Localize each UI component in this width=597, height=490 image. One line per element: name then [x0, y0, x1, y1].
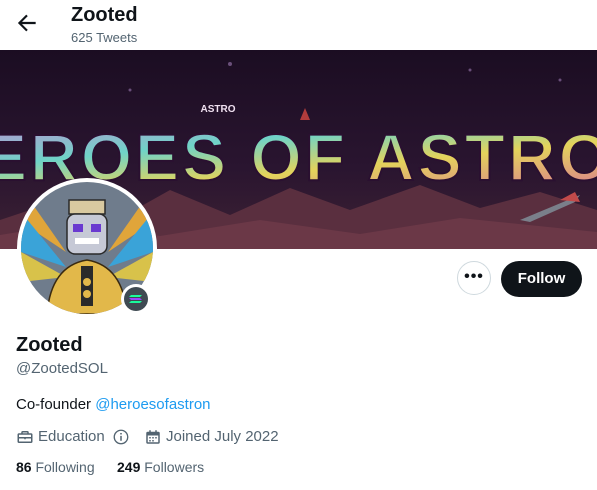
- page-title: Zooted: [71, 4, 138, 26]
- profile-handle: @ZootedSOL: [16, 360, 108, 377]
- tweet-count: 625 Tweets: [71, 30, 138, 45]
- category-label: Education: [38, 428, 105, 445]
- followers-link[interactable]: 249 Followers: [117, 459, 204, 475]
- followers-label: Followers: [144, 459, 205, 475]
- more-options-button[interactable]: •••: [457, 261, 491, 295]
- calendar-icon: [146, 430, 160, 444]
- banner-small-text: ASTRO: [201, 104, 236, 115]
- profile-bio: Co-founder @heroesofastron: [16, 396, 211, 413]
- follow-button[interactable]: Follow: [501, 261, 582, 297]
- solana-badge-icon: [121, 284, 151, 314]
- profile-name: Zooted: [16, 334, 83, 356]
- bio-mention-link[interactable]: @heroesofastron: [95, 396, 210, 413]
- top-bar: Zooted 625 Tweets: [0, 0, 597, 50]
- following-label: Following: [35, 459, 95, 475]
- followers-count: 249: [117, 459, 141, 475]
- joined-date: Joined July 2022: [166, 428, 279, 445]
- briefcase-icon: [17, 431, 33, 443]
- following-count: 86: [16, 459, 32, 475]
- info-icon[interactable]: [112, 428, 130, 446]
- following-link[interactable]: 86 Following: [16, 459, 95, 475]
- more-icon: •••: [464, 268, 484, 285]
- bio-text: Co-founder: [16, 396, 96, 413]
- arrow-left-icon[interactable]: [14, 10, 40, 36]
